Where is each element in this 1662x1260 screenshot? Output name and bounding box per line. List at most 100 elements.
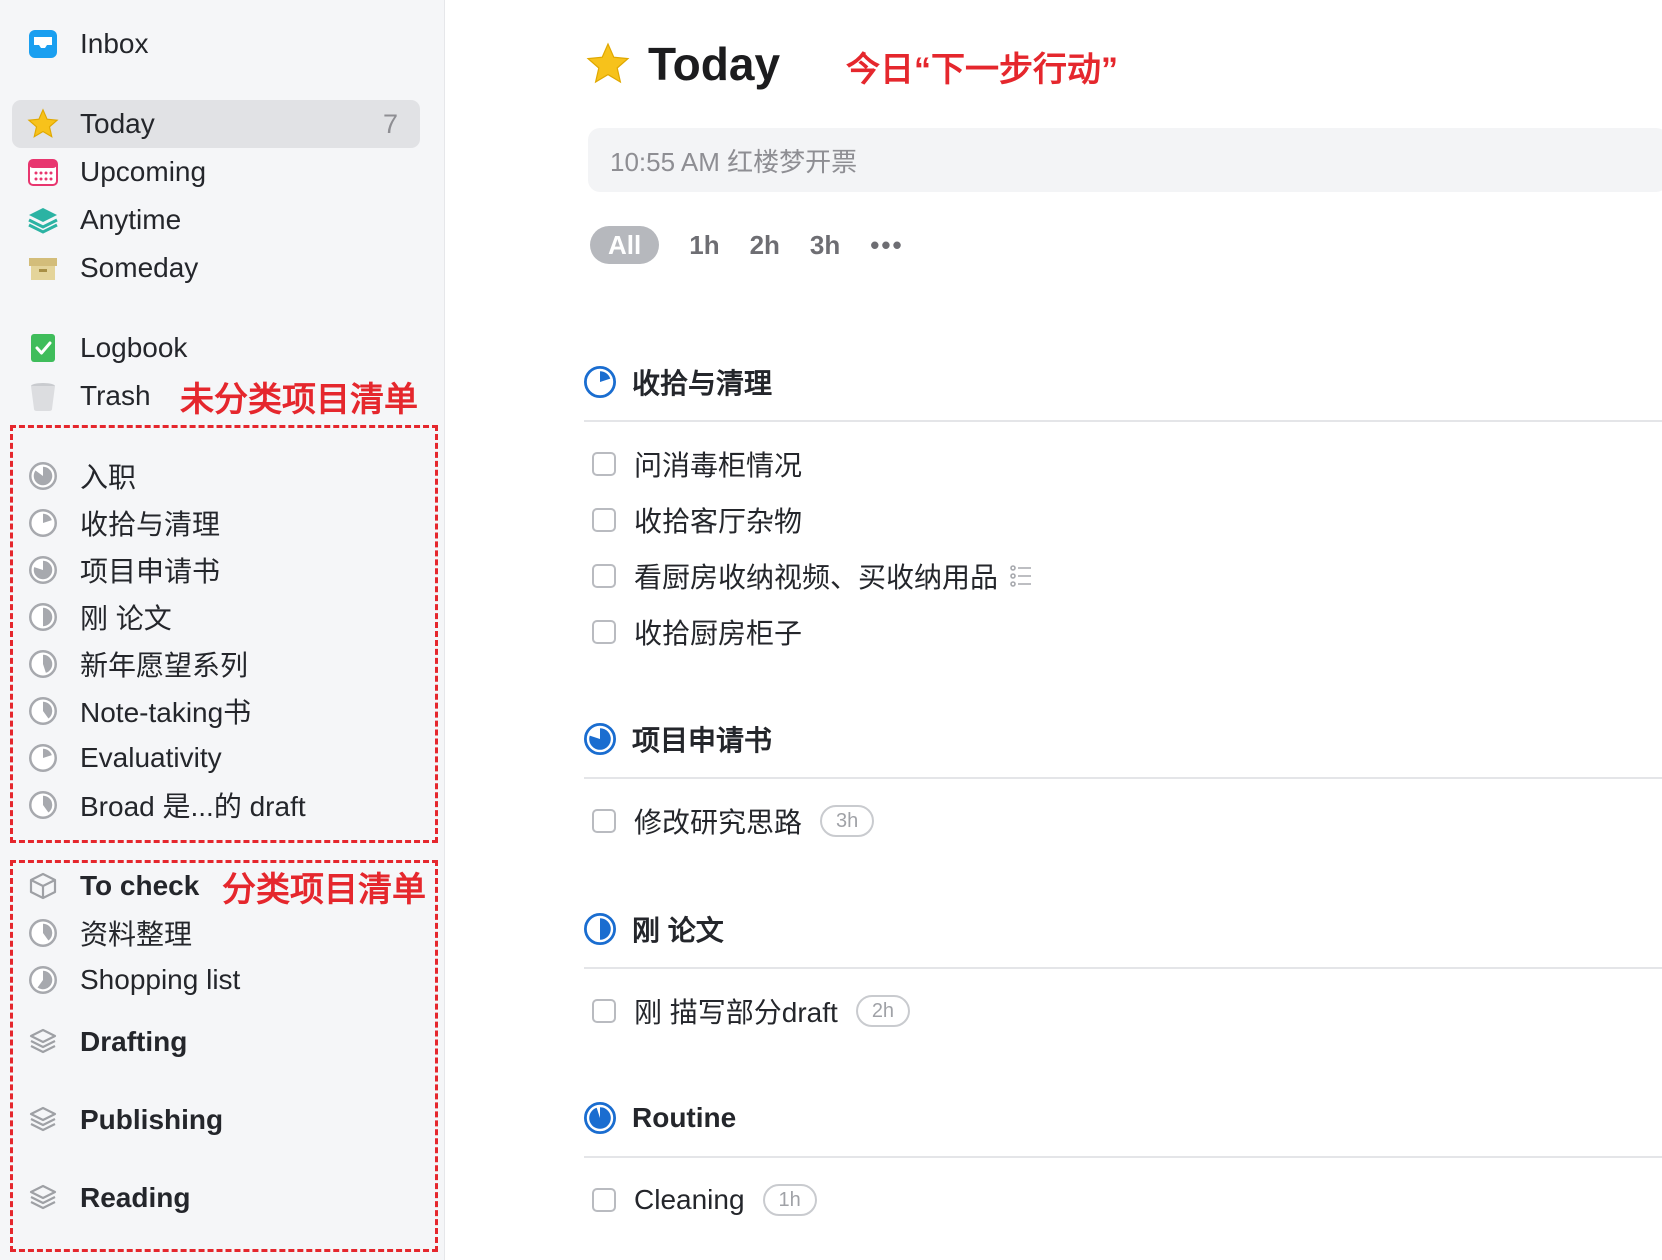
todo-item[interactable]: 修改研究思路 3h (584, 793, 1662, 849)
todo-checkbox[interactable] (592, 620, 616, 644)
sidebar-item-label: 项目申请书 (80, 556, 221, 587)
sidebar-project-item[interactable]: Shopping list (12, 956, 420, 1004)
time-tag[interactable]: 3h (820, 805, 875, 837)
sidebar-area-item[interactable]: Reading (12, 1174, 420, 1222)
project-progress-icon (26, 647, 60, 681)
sidebar-item-label: Trash (80, 380, 151, 411)
sidebar-project-item[interactable]: 收拾与清理 (12, 499, 420, 547)
area-box-icon (26, 1103, 60, 1137)
section-title: 项目申请书 (632, 725, 773, 756)
filter-2h[interactable]: 2h (750, 226, 780, 264)
sidebar-item-label: Shopping list (80, 964, 241, 995)
section-header[interactable]: Routine (583, 1094, 1662, 1158)
sidebar-item-label: Inbox (80, 28, 149, 59)
project-section: Routine Cleaning 1h (583, 1094, 1662, 1228)
sidebar-item-anytime[interactable]: Anytime (12, 196, 420, 244)
sidebar-item-inbox[interactable]: Inbox (12, 20, 420, 68)
calendar-icon (26, 155, 60, 189)
sidebar-area-label: To check (80, 870, 200, 901)
todo-item[interactable]: 收拾厨房柜子 (584, 604, 1662, 660)
inbox-icon (26, 27, 60, 61)
todo-item[interactable]: 问消毒柜情况 (584, 436, 1662, 492)
todo-item[interactable]: Cleaning 1h (584, 1172, 1662, 1228)
sidebar-project-item[interactable]: 项目申请书 (12, 546, 420, 594)
todo-title: 收拾客厅杂物 (634, 506, 803, 537)
todo-title: 问消毒柜情况 (634, 450, 803, 481)
todo-title: 刚 描写部分draft (634, 997, 838, 1028)
section-header[interactable]: 收拾与清理 (583, 358, 1662, 422)
quick-entry-field[interactable]: 10:55 AM 红楼梦开票 (588, 128, 1662, 192)
project-section: 刚 论文 刚 描写部分draft 2h (583, 905, 1662, 1039)
sidebar-area-label: Reading (80, 1182, 191, 1213)
star-icon (586, 42, 630, 84)
time-tag[interactable]: 1h (762, 1184, 817, 1216)
annotation-categorized: 分类项目清单 (222, 871, 426, 909)
annotation-uncategorized: 未分类项目清单 (180, 381, 418, 419)
layers-icon (26, 203, 60, 237)
project-progress-icon (26, 741, 60, 775)
sidebar-item-label: 入职 (80, 462, 137, 493)
main-content: Today 今日“下一步行动” 10:55 AM 红楼梦开票 All 1h 2h… (446, 0, 1662, 1260)
time-filter-bar: All 1h 2h 3h ••• (590, 226, 904, 264)
sidebar-item-today[interactable]: Today 7 (12, 100, 420, 148)
todo-checkbox[interactable] (592, 1188, 616, 1212)
sidebar-project-item[interactable]: Evaluativity (12, 734, 420, 782)
sidebar-area-label: Publishing (80, 1104, 224, 1135)
sidebar-project-item[interactable]: 刚 论文 (12, 593, 420, 641)
section-title: 刚 论文 (632, 915, 724, 946)
todo-item[interactable]: 收拾客厅杂物 (584, 492, 1662, 548)
archive-box-icon (26, 251, 60, 285)
sidebar-area-item[interactable]: Publishing (12, 1096, 420, 1144)
project-progress-icon (583, 1101, 617, 1135)
todo-checkbox[interactable] (592, 564, 616, 588)
filter-all[interactable]: All (590, 226, 660, 264)
star-icon (26, 107, 60, 141)
area-box-icon (26, 1181, 60, 1215)
todo-checkbox[interactable] (592, 452, 616, 476)
todo-item[interactable]: 刚 描写部分draft 2h (584, 983, 1662, 1039)
sidebar-item-logbook[interactable]: Logbook (12, 324, 420, 372)
sidebar-item-label: 资料整理 (80, 919, 193, 950)
sidebar-area-label: Drafting (80, 1026, 188, 1057)
todo-title: Cleaning (634, 1184, 745, 1215)
project-progress-icon (583, 722, 617, 756)
section-header[interactable]: 项目申请书 (583, 715, 1662, 779)
time-tag[interactable]: 2h (855, 995, 911, 1027)
filter-1h[interactable]: 1h (689, 226, 719, 264)
sidebar-item-label: Someday (80, 252, 199, 283)
sidebar-item-label: Anytime (80, 204, 182, 235)
sidebar-project-item[interactable]: 入职 (12, 452, 420, 500)
todo-checkbox[interactable] (592, 809, 616, 833)
todo-item[interactable]: 看厨房收纳视频、买收纳用品 (584, 548, 1662, 604)
section-header[interactable]: 刚 论文 (583, 905, 1662, 969)
project-progress-icon (26, 506, 60, 540)
sidebar-area-item[interactable]: Drafting (12, 1018, 420, 1066)
page-header: Today (584, 34, 780, 94)
sidebar-item-label: Logbook (80, 332, 188, 363)
todo-checkbox[interactable] (592, 999, 616, 1023)
filter-3h[interactable]: 3h (810, 226, 840, 264)
project-progress-icon (26, 553, 60, 587)
todo-checkbox[interactable] (592, 508, 616, 532)
sidebar: Inbox Today 7 Upcoming Anytime Someday L… (0, 0, 445, 1260)
sidebar-project-item[interactable]: Broad 是...的 draft (12, 781, 420, 829)
sidebar-item-label: Today (80, 108, 155, 139)
area-box-icon (26, 1025, 60, 1059)
more-options-button[interactable]: ••• (870, 230, 903, 261)
sidebar-item-label: Evaluativity (80, 742, 222, 773)
today-count-badge: 7 (382, 108, 398, 139)
sidebar-item-upcoming[interactable]: Upcoming (12, 148, 420, 196)
sidebar-project-item[interactable]: Note-taking书 (12, 687, 420, 735)
page-title: Today (648, 38, 781, 90)
sidebar-project-item[interactable]: 新年愿望系列 (12, 640, 420, 688)
sidebar-item-label: 收拾与清理 (80, 509, 221, 540)
todo-title: 修改研究思路 (634, 807, 803, 838)
sidebar-project-item[interactable]: 资料整理 (12, 909, 420, 957)
section-title: 收拾与清理 (632, 368, 773, 399)
sidebar-item-label: Note-taking书 (80, 697, 252, 728)
trash-icon (26, 379, 60, 413)
sidebar-item-someday[interactable]: Someday (12, 244, 420, 292)
project-progress-icon (26, 916, 60, 950)
project-progress-icon (26, 788, 60, 822)
project-progress-icon (26, 694, 60, 728)
